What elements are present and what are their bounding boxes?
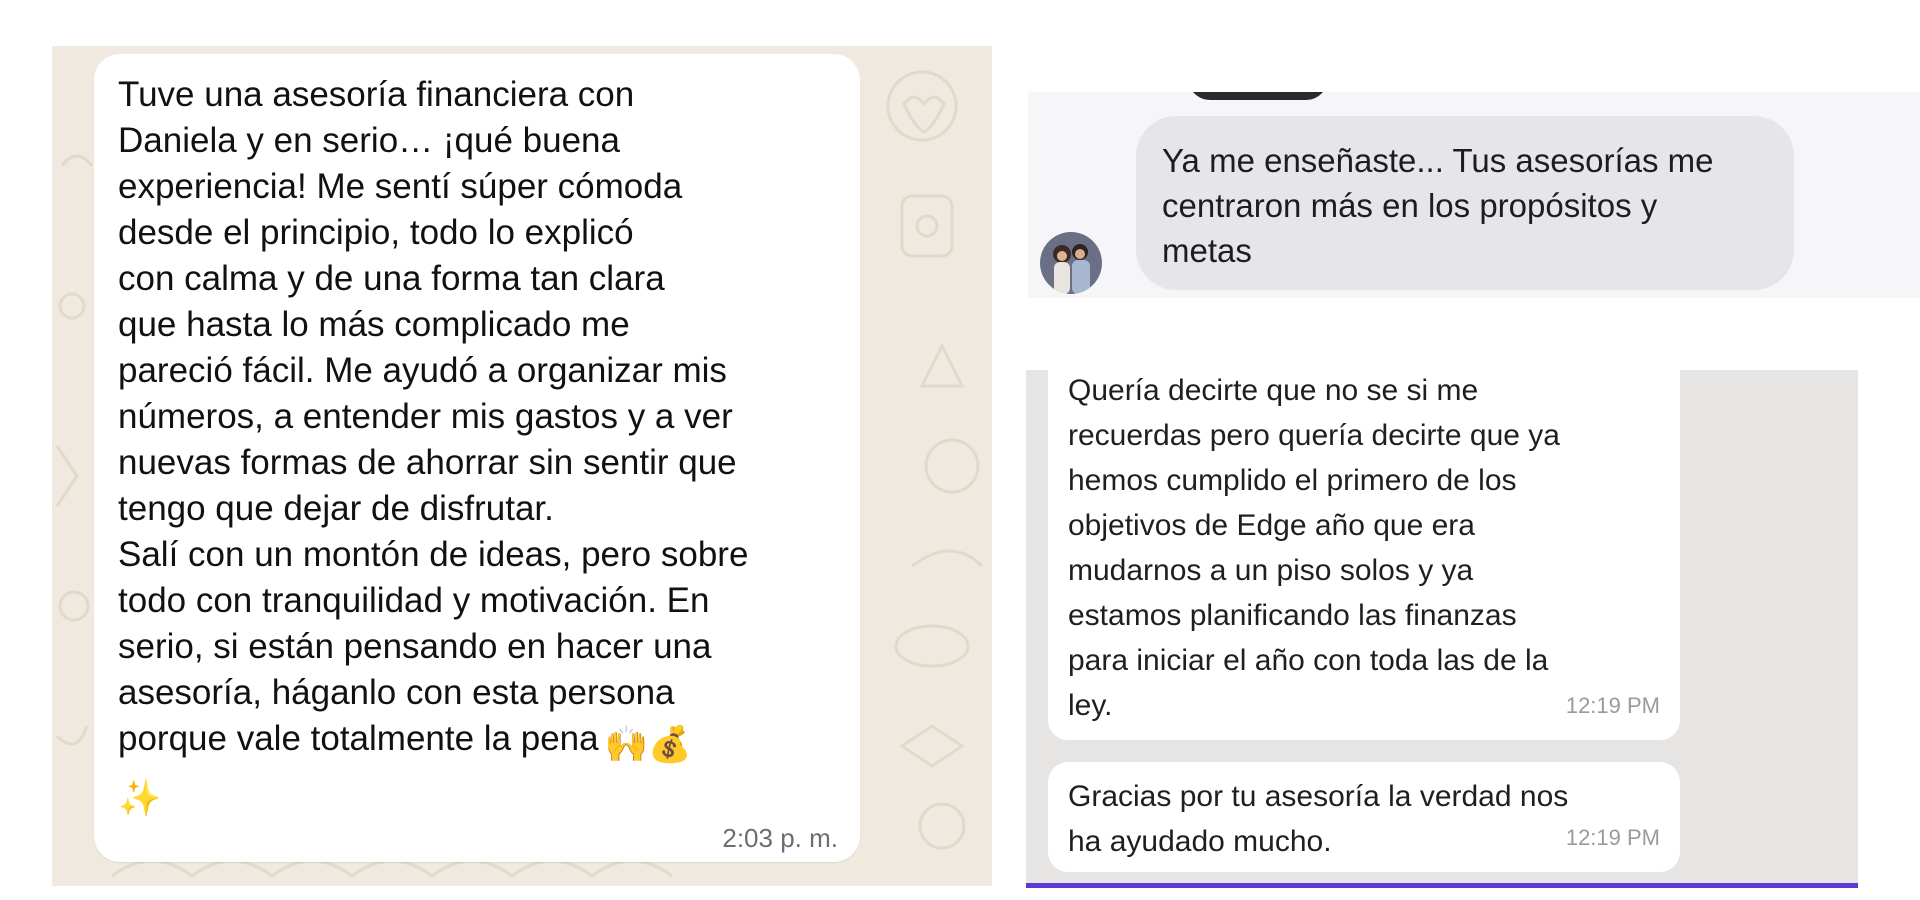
message-line: tengo que dejar de disfrutar.	[118, 489, 554, 528]
message-line-last: porque vale totalmente la pena 🙌💰	[118, 716, 836, 768]
message-timestamp: 12:19 PM	[1565, 825, 1660, 850]
raised-hands-money-bag-emoji-icon: 🙌💰	[604, 725, 692, 764]
received-message-bubble: Ya me enseñaste... Tus asesorías me cent…	[1136, 116, 1794, 290]
testimonials-collage: Tuve una asesoría financiera con Daniela…	[0, 0, 1920, 900]
message-line: serio, si están pensando en hacer una	[118, 627, 712, 666]
message-line: asesoría, háganlo con esta persona	[118, 673, 675, 712]
message-line: Salí con un montón de ideas, pero sobre	[118, 535, 749, 574]
message-line: con calma y de una forma tan clara	[118, 259, 665, 298]
message-timestamp: 12:19 PM	[1565, 693, 1660, 718]
imessage-chat-panel: Ya me enseñaste... Tus asesorías me cent…	[1028, 92, 1920, 298]
message-line-text: porque vale totalmente la pena	[118, 719, 599, 758]
message-line: pareció fácil. Me ayudó a organizar mis	[118, 351, 727, 390]
message-text: Tuve una asesoría financiera con Daniela…	[118, 72, 836, 822]
message-line: experiencia! Me sentí súper cómoda	[118, 167, 683, 206]
message-line: todo con tranquilidad y motivación. En	[118, 581, 710, 620]
avatar-photo-icon	[1040, 232, 1102, 294]
message-bubble: Gracias por tu asesoría la verdad nos ha…	[1048, 762, 1680, 872]
message-text: Quería decirte que no se si me recuerdas…	[1068, 374, 1560, 722]
message-line: Tuve una asesoría financiera con	[118, 75, 635, 114]
message-bubble: Quería decirte que no se si me recuerdas…	[1048, 370, 1680, 740]
message-bubble: Tuve una asesoría financiera con Daniela…	[94, 54, 860, 862]
avatar[interactable]	[1040, 232, 1102, 294]
message-line: Daniela y en serio… ¡qué buena	[118, 121, 620, 160]
message-line: nuevas formas de ahorrar sin sentir que	[118, 443, 737, 482]
message-line: números, a entender mis gastos y a ver	[118, 397, 733, 436]
sparkles-emoji-icon: ✨	[118, 779, 162, 818]
message-line: que hasta lo más complicado me	[118, 305, 630, 344]
whatsapp-chat-panel: Tuve una asesoría financiera con Daniela…	[52, 46, 992, 886]
message-timestamp: 2:03 p. m.	[722, 823, 838, 853]
message-line: desde el principio, todo lo explicó	[118, 213, 634, 252]
cropped-image-edge	[1188, 92, 1328, 100]
whatsapp-ios-chat-panel: Quería decirte que no se si me recuerdas…	[1026, 370, 1858, 888]
